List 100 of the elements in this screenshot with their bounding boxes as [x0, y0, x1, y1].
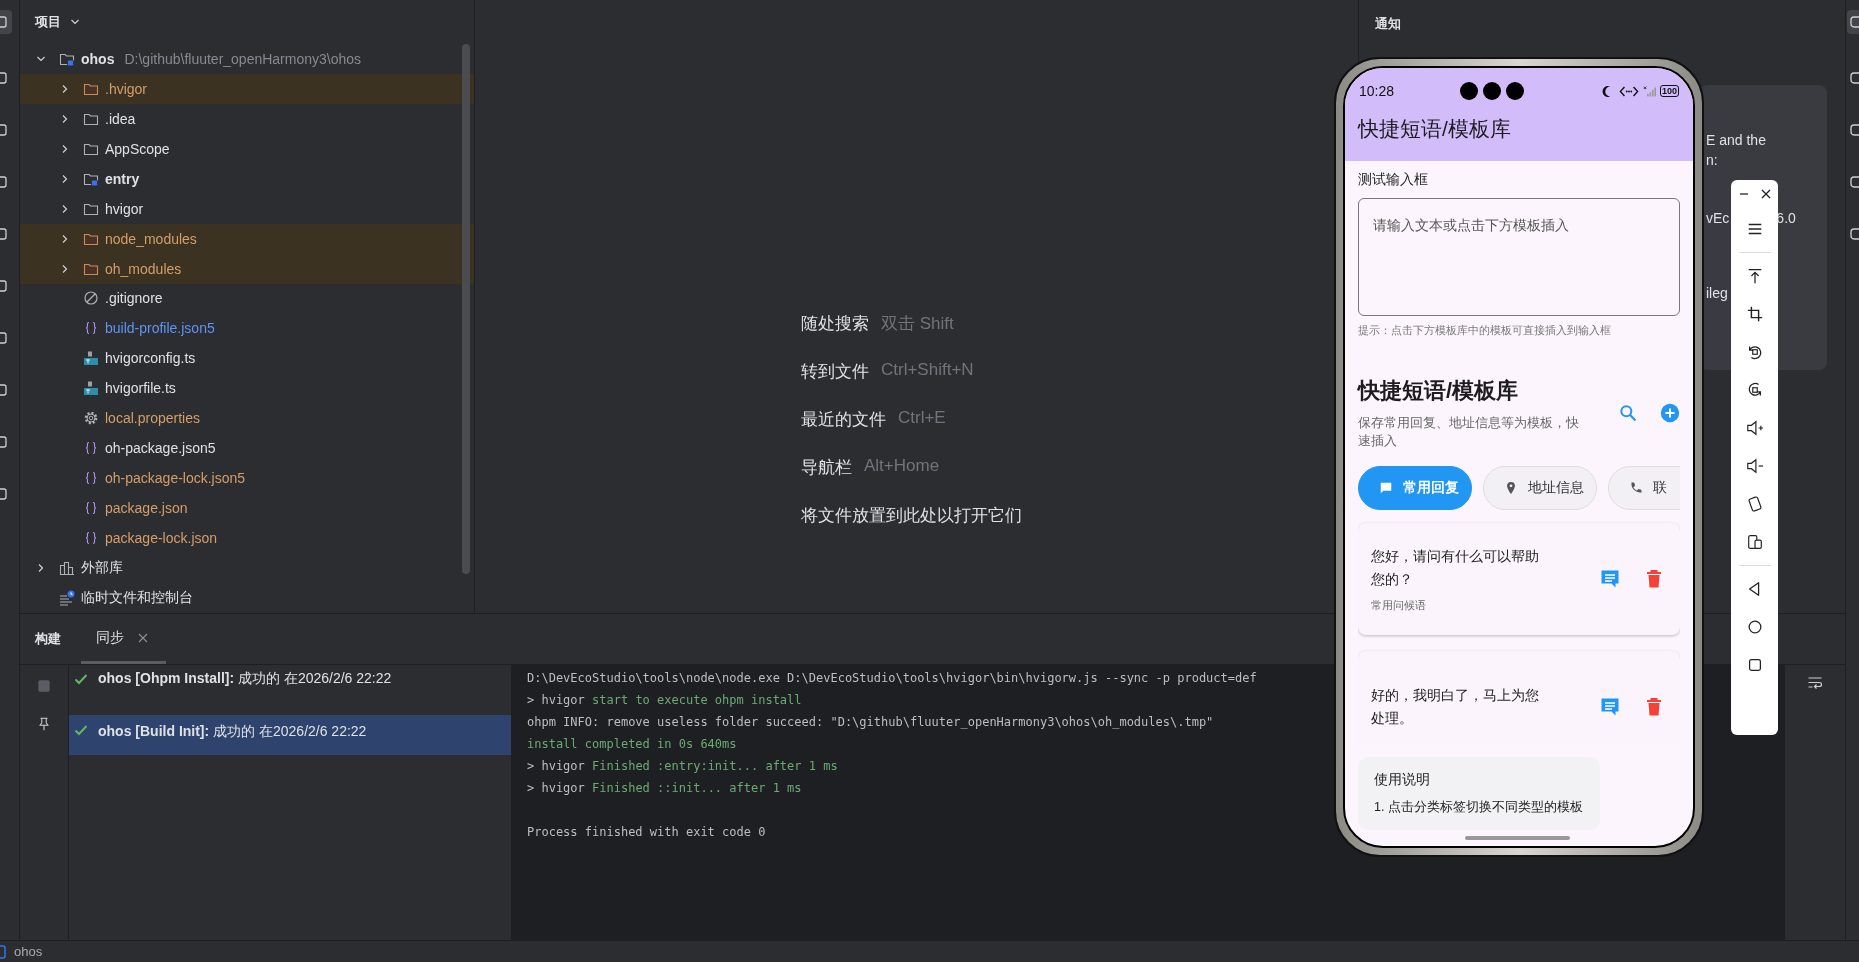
braces-icon	[83, 500, 99, 517]
tree-item[interactable]: 外部库	[81, 559, 123, 578]
file-name[interactable]: package-lock.json	[105, 530, 218, 547]
file-name[interactable]: AppScope	[105, 140, 170, 157]
pin-icon[interactable]	[37, 717, 51, 731]
project-path: D:\github\fluuter_openHarmony3\ohos	[124, 50, 362, 67]
hint-label: 随处搜索	[801, 313, 869, 335]
module-icon	[0, 944, 8, 959]
shortcut-text: 双击 Shift	[881, 313, 954, 335]
tool-window-icon[interactable]	[0, 10, 12, 34]
section-heading: 快捷短语/模板库	[1358, 377, 1520, 405]
scratch-icon	[59, 590, 75, 606]
usage-step: 1. 点击分类标签切换不同类型的模板	[1374, 799, 1584, 816]
file-name[interactable]: .idea	[105, 110, 136, 127]
build-task-row[interactable]: ohos [Ohpm Install]: 成功的 在2026/2/6 22:22	[69, 665, 511, 705]
console-line: ohpm INFO: remove useless folder succeed: "D:\github\fluuter_openHarmony3\ohos\oh_modules\.tmp"	[527, 714, 1214, 731]
tool-window-icon[interactable]	[1847, 122, 1859, 138]
task-text: ohos [Build Init]: 成功的 在2026/2/6 22:22	[98, 723, 367, 741]
trash-icon[interactable]	[1644, 569, 1664, 589]
gear-icon	[83, 410, 99, 427]
shortcut-text: Ctrl+Shift+N	[881, 360, 974, 381]
notification-text: n:	[1706, 152, 1718, 170]
file-name[interactable]: hvigorfile.ts	[105, 380, 176, 397]
task-text: ohos [Ohpm Install]: 成功的 在2026/2/6 22:22	[98, 670, 392, 688]
crop-icon[interactable]	[1745, 305, 1764, 323]
shake-icon[interactable]	[1745, 495, 1764, 513]
file-name[interactable]: oh-package-lock.json5	[105, 470, 246, 487]
message-icon[interactable]	[1600, 697, 1620, 717]
notification-text: ileg	[1706, 285, 1728, 303]
build-task-row[interactable]: ohos [Build Init]: 成功的 在2026/2/6 22:22	[69, 715, 511, 755]
status-time: 10:28	[1359, 83, 1396, 99]
console-line: > hvigor start to execute ohpm install	[527, 692, 802, 709]
battery-indicator: 100	[1659, 85, 1679, 97]
chat-icon	[1379, 481, 1393, 495]
sync-tab[interactable]: 同步	[81, 614, 166, 664]
file-name[interactable]: oh_modules	[105, 260, 182, 277]
close-icon[interactable]	[1759, 188, 1772, 200]
file-name[interactable]: local.properties	[105, 410, 200, 427]
console-line: D:\DevEcoStudio\tools\node\node.exe D:\DevEcoStudio\tools\hvigor\bin\hvigorw.js --sync -p product=def	[527, 670, 1257, 687]
file-name[interactable]: .hvigor	[105, 80, 148, 97]
trash-icon[interactable]	[1644, 697, 1664, 717]
add-icon[interactable]	[1660, 403, 1680, 423]
console-line: Process finished with exit code 0	[527, 824, 766, 841]
section-subtitle: 保存常用回复、地址信息等为模板，快速插入	[1358, 415, 1580, 450]
text-input-field[interactable]: 请输入文本或点击下方模板插入	[1358, 198, 1680, 316]
category-chip[interactable]: 地址信息	[1483, 466, 1597, 510]
panel-title: 构建	[35, 630, 61, 648]
tool-window-icon[interactable]	[1847, 174, 1859, 190]
search-icon[interactable]	[1618, 403, 1638, 423]
volume-up-icon[interactable]	[1745, 419, 1764, 437]
soft-wrap-icon[interactable]	[1807, 675, 1823, 691]
template-text: 您好，请问有什么可以帮助您的？	[1371, 547, 1540, 589]
shortcut-text: Alt+Home	[864, 456, 940, 477]
braces-icon	[83, 440, 99, 457]
ignore-file-icon	[83, 290, 99, 307]
braces-icon	[83, 530, 99, 547]
fold-icon[interactable]	[1745, 533, 1764, 551]
hint-label: 转到文件	[801, 361, 869, 383]
tool-window-icon[interactable]	[1847, 10, 1859, 34]
file-name[interactable]: hvigor	[105, 200, 144, 217]
notification-text: E and the	[1706, 132, 1766, 150]
file-name[interactable]: oh-package.json5	[105, 440, 216, 457]
tool-window-icon[interactable]	[1847, 70, 1859, 86]
notification-text: vEc	[1706, 210, 1730, 228]
file-name[interactable]: build-profile.json5	[105, 320, 215, 337]
location-pin-icon	[1504, 481, 1518, 495]
phone-icon	[1629, 481, 1643, 495]
template-text: 好的，我明白了，马上为您处理。	[1371, 686, 1540, 728]
console-line: install completed in 0s 640ms	[527, 736, 737, 753]
breadcrumb-item[interactable]: ohos	[14, 944, 43, 959]
library-icon	[59, 560, 75, 577]
signal-icon	[1642, 84, 1656, 98]
console-line: > hvigor Finished :entry:init... after 1 ms	[527, 758, 838, 775]
file-name[interactable]: entry	[105, 170, 140, 187]
shortcut-text: Ctrl+E	[898, 408, 946, 429]
message-icon[interactable]	[1600, 569, 1620, 589]
field-label: 测试输入框	[1358, 171, 1429, 189]
hint-text: 提示：点击下方模板库中的模板可直接插入到输入框	[1358, 324, 1612, 338]
hint-label: 导航栏	[801, 457, 852, 479]
file-name[interactable]: ohos	[81, 50, 115, 67]
file-name[interactable]: node_modules	[105, 230, 197, 247]
template-card[interactable]: 您好，请问有什么可以帮助您的？ 常用问候语	[1358, 523, 1680, 635]
template-tag: 常用问候语	[1371, 599, 1576, 613]
category-chip[interactable]: 联	[1608, 466, 1680, 510]
file-name[interactable]: hvigorconfig.ts	[105, 350, 196, 367]
volume-down-icon[interactable]	[1745, 457, 1764, 475]
tree-item[interactable]: 临时文件和控制台	[81, 589, 193, 607]
panel-title[interactable]: 项目	[35, 12, 61, 31]
template-card[interactable]: 好的，我明白了，马上为您处理。	[1358, 651, 1680, 743]
usage-title: 使用说明	[1374, 771, 1431, 789]
camera-drawing	[1459, 81, 1525, 101]
ts-file-icon	[83, 350, 99, 367]
tool-window-icon[interactable]	[1847, 226, 1859, 242]
scrollbar[interactable]	[462, 43, 470, 574]
app-bar-title: 快捷短语/模板库	[1356, 116, 1512, 142]
hint-label: 最近的文件	[801, 409, 886, 431]
panel-title: 通知	[1374, 15, 1402, 33]
file-name[interactable]: .gitignore	[105, 290, 163, 307]
braces-icon	[83, 470, 99, 487]
file-name[interactable]: package.json	[105, 500, 188, 517]
